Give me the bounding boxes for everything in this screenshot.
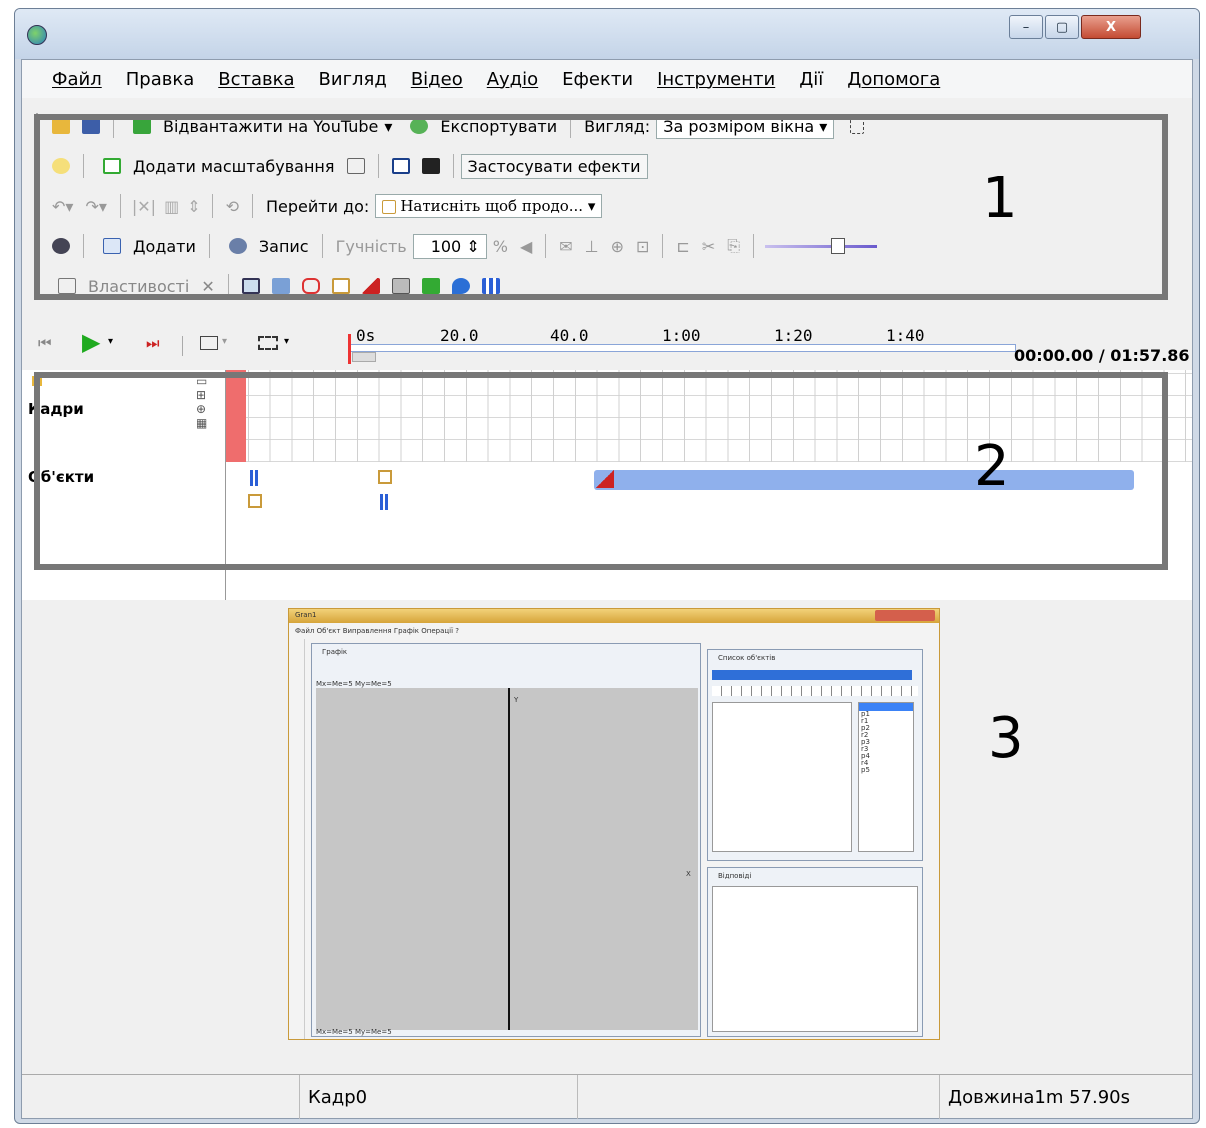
status-pane-length: Довжина1m 57.90s bbox=[940, 1075, 1192, 1119]
preview-notes-title: Відповіді bbox=[718, 872, 752, 880]
preview-screenshot: Gran1 Файл Об'єкт Виправлення Графік Опе… bbox=[288, 608, 940, 1040]
status-length: Довжина1m 57.90s bbox=[948, 1086, 1131, 1108]
status-pane-empty bbox=[22, 1075, 300, 1119]
preview-graph-title: Графік bbox=[322, 648, 348, 656]
preview-title-bar bbox=[289, 609, 939, 623]
next-icon[interactable]: ⏭ bbox=[146, 334, 160, 352]
minimize-button[interactable]: – bbox=[1009, 15, 1043, 39]
clip-dropdown-icon[interactable]: ▾ bbox=[284, 336, 289, 347]
client-area: Файл Правка Вставка Вигляд Відео Аудіо Е… bbox=[21, 59, 1193, 1119]
title-bar: – ▢ X bbox=[15, 9, 1199, 59]
menu-actions[interactable]: Дії bbox=[787, 69, 835, 90]
ruler-tick-2: 40.0 bbox=[550, 326, 589, 345]
app-icon bbox=[27, 25, 47, 45]
status-pane-frame: Кадр0 bbox=[300, 1075, 578, 1119]
ruler-tick-0: 0s bbox=[356, 326, 376, 345]
clip-icon[interactable] bbox=[258, 336, 278, 350]
menu-tools[interactable]: Інструменти bbox=[645, 69, 787, 90]
annotation-number-3: 3 bbox=[988, 706, 1024, 771]
time-readout: 00:00.00 / 01:57.86 bbox=[1014, 346, 1190, 365]
preview-list-title: Список об'єктів bbox=[718, 654, 776, 662]
play-dropdown-icon[interactable]: ▾ bbox=[108, 336, 113, 347]
preview-list-panel bbox=[712, 702, 852, 852]
preview-graph-status-2: Mx=Me=5 My=Me=5 bbox=[316, 1028, 392, 1036]
preview-axis-y-label: Y bbox=[514, 696, 519, 704]
menu-edit[interactable]: Правка bbox=[114, 69, 207, 90]
play-icon[interactable]: ▶ bbox=[82, 328, 100, 356]
preview-graph-window: Графік Mx=Me=5 My=Me=5 Y X Mx=Me=5 My=Me… bbox=[311, 643, 701, 1037]
close-button[interactable]: X bbox=[1081, 15, 1141, 39]
ruler-tick-5: 1:40 bbox=[886, 326, 925, 345]
preview-list-item: p5 bbox=[861, 766, 870, 774]
menu-bar: Файл Правка Вставка Вигляд Відео Аудіо Е… bbox=[22, 60, 1192, 98]
preview-notes-window: Відповіді bbox=[707, 867, 923, 1037]
playback-ruler: ⏮ ▶ ▾ ⏭ ▾ ▾ 0s 20.0 40.0 1:00 1:20 1:40 … bbox=[22, 322, 1192, 368]
status-frame: Кадр0 bbox=[308, 1086, 368, 1108]
preview-graph-status: Mx=Me=5 My=Me=5 bbox=[316, 680, 392, 688]
menu-help[interactable]: Допомога bbox=[835, 69, 952, 90]
separator bbox=[182, 336, 183, 356]
preview-window-controls bbox=[875, 610, 935, 621]
ruler-tick-4: 1:20 bbox=[774, 326, 813, 345]
menu-insert[interactable]: Вставка bbox=[206, 69, 306, 90]
selection-range[interactable] bbox=[352, 352, 376, 362]
status-pane-middle bbox=[578, 1075, 940, 1119]
preview-notes-panel bbox=[712, 886, 918, 1032]
maximize-button[interactable]: ▢ bbox=[1045, 15, 1079, 39]
menu-video[interactable]: Відео bbox=[399, 69, 475, 90]
ruler-tick-3: 1:00 bbox=[662, 326, 701, 345]
ruler-tick-1: 20.0 bbox=[440, 326, 479, 345]
preview-y-axis bbox=[508, 688, 510, 1030]
preview-list-window: Список об'єктів p1 r1 p2 r2 p3 r3 p4 r4 … bbox=[707, 649, 923, 861]
playhead[interactable] bbox=[348, 334, 351, 364]
menu-view[interactable]: Вигляд bbox=[307, 69, 399, 90]
preview-list-items: p1 r1 p2 r2 p3 r3 p4 r4 p5 bbox=[858, 702, 914, 852]
annotation-number-1: 1 bbox=[982, 166, 1018, 231]
preview-list-buttons bbox=[712, 686, 918, 696]
preview-axis-x-label: X bbox=[686, 870, 691, 878]
preview-title: Gran1 bbox=[295, 611, 317, 619]
annotation-number-2: 2 bbox=[974, 434, 1010, 499]
screen-dropdown-icon[interactable]: ▾ bbox=[222, 336, 227, 347]
status-bar: Кадр0 Довжина1m 57.90s bbox=[22, 1074, 1192, 1119]
menu-file[interactable]: Файл bbox=[40, 69, 114, 90]
menu-effects[interactable]: Ефекти bbox=[550, 69, 645, 90]
preview-list-select bbox=[712, 670, 912, 680]
previous-icon[interactable]: ⏮ bbox=[38, 334, 52, 352]
screen-icon[interactable] bbox=[200, 336, 218, 350]
preview-tool-strip bbox=[291, 639, 305, 1039]
app-window: – ▢ X Файл Правка Вставка Вигляд Відео А… bbox=[14, 8, 1200, 1124]
preview-menu: Файл Об'єкт Виправлення Графік Операції … bbox=[295, 627, 459, 635]
menu-audio[interactable]: Аудіо bbox=[475, 69, 550, 90]
preview-graph-canvas bbox=[316, 688, 698, 1030]
timeline-bar[interactable] bbox=[348, 344, 1016, 352]
